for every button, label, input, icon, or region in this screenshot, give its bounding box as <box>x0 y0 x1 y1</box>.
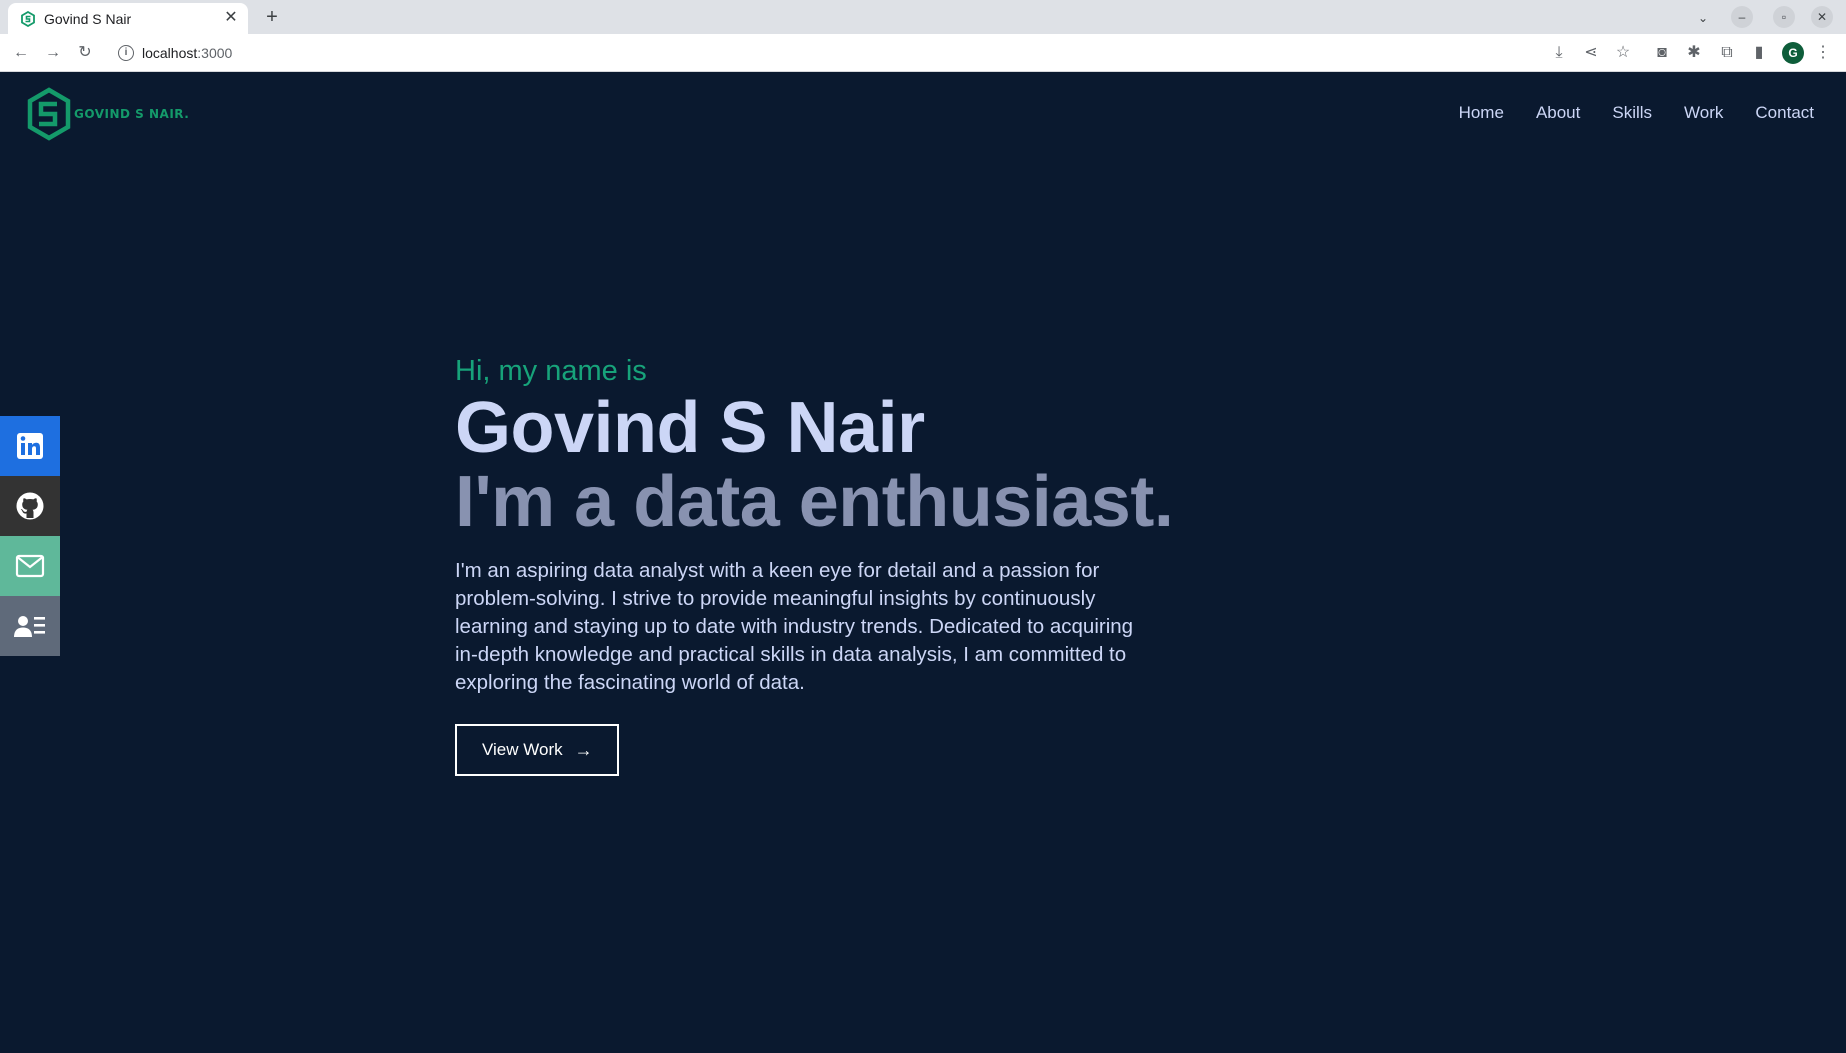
menu-kebab-icon[interactable]: ⋮ <box>1813 43 1833 63</box>
back-icon[interactable]: ← <box>11 43 31 63</box>
browser-tabstrip: Govind S Nair ✕ + ⌄ – ▫ ✕ <box>0 0 1846 34</box>
mail-icon <box>15 554 45 578</box>
nav-work[interactable]: Work <box>1684 103 1723 123</box>
resume-icon <box>14 616 45 637</box>
resume-link[interactable] <box>0 596 60 656</box>
screenshot-icon[interactable]: ◙ <box>1652 43 1672 63</box>
tab-search-icon[interactable]: ⌄ <box>1692 7 1714 29</box>
hero-greeting: Hi, my name is <box>455 355 647 387</box>
window-close-icon[interactable]: ✕ <box>1811 6 1833 28</box>
hero-tagline: I'm a data enthusiast. <box>455 462 1174 542</box>
minimize-icon[interactable]: – <box>1731 6 1753 28</box>
tab-close-icon[interactable]: ✕ <box>222 9 240 27</box>
address-bar[interactable]: i localhost:3000 <box>108 38 1548 68</box>
site-info-icon[interactable]: i <box>118 45 134 61</box>
site-logo[interactable]: GOVIND S NAIR. <box>26 87 189 141</box>
browser-toolbar: ← → ↻ i localhost:3000 ⤓ ⋖ ☆ ◙ ✱ ⧉ ▮ G ⋮ <box>0 34 1846 72</box>
portfolio-page: GOVIND S NAIR. Home About Skills Work Co… <box>0 73 1846 1053</box>
logo-hexagon-icon <box>27 87 71 141</box>
main-nav: Home About Skills Work Contact <box>1427 103 1814 123</box>
share-icon[interactable]: ⋖ <box>1581 43 1601 63</box>
profile-avatar[interactable]: G <box>1782 42 1804 64</box>
extension-bug-icon[interactable]: ✱ <box>1684 43 1704 63</box>
restore-icon[interactable]: ▫ <box>1773 6 1795 28</box>
github-link[interactable] <box>0 476 60 536</box>
new-tab-button[interactable]: + <box>260 5 284 29</box>
logo-text: GOVIND S NAIR. <box>74 107 190 121</box>
hero-bio: I'm an aspiring data analyst with a keen… <box>455 559 1134 694</box>
site-favicon-icon <box>21 11 35 27</box>
install-icon[interactable]: ⤓ <box>1549 43 1569 63</box>
github-icon <box>16 492 44 520</box>
hero-name: Govind S Nair <box>455 388 925 468</box>
nav-about[interactable]: About <box>1536 103 1580 123</box>
tab-title: Govind S Nair <box>44 11 132 27</box>
url-text[interactable]: localhost:3000 <box>142 45 232 61</box>
bookmark-star-icon[interactable]: ☆ <box>1613 43 1633 63</box>
reload-icon[interactable]: ↻ <box>75 43 95 63</box>
nav-contact[interactable]: Contact <box>1755 103 1814 123</box>
browser-tab[interactable]: Govind S Nair ✕ <box>8 3 248 34</box>
view-work-label: View Work <box>482 740 563 759</box>
view-work-button[interactable]: View Work → <box>455 724 619 776</box>
hero-section: Hi, my name is Govind S Nair I'm a data … <box>455 353 1215 776</box>
linkedin-link[interactable] <box>0 416 60 476</box>
linkedin-icon <box>17 433 43 459</box>
email-link[interactable] <box>0 536 60 596</box>
arrow-right-icon: → <box>574 739 593 760</box>
nav-skills[interactable]: Skills <box>1612 103 1652 123</box>
forward-icon[interactable]: → <box>43 43 63 63</box>
nav-home[interactable]: Home <box>1459 103 1504 123</box>
social-sidebar <box>0 416 60 656</box>
side-panel-icon[interactable]: ▮ <box>1749 43 1769 63</box>
extensions-puzzle-icon[interactable]: ⧉ <box>1717 43 1737 63</box>
